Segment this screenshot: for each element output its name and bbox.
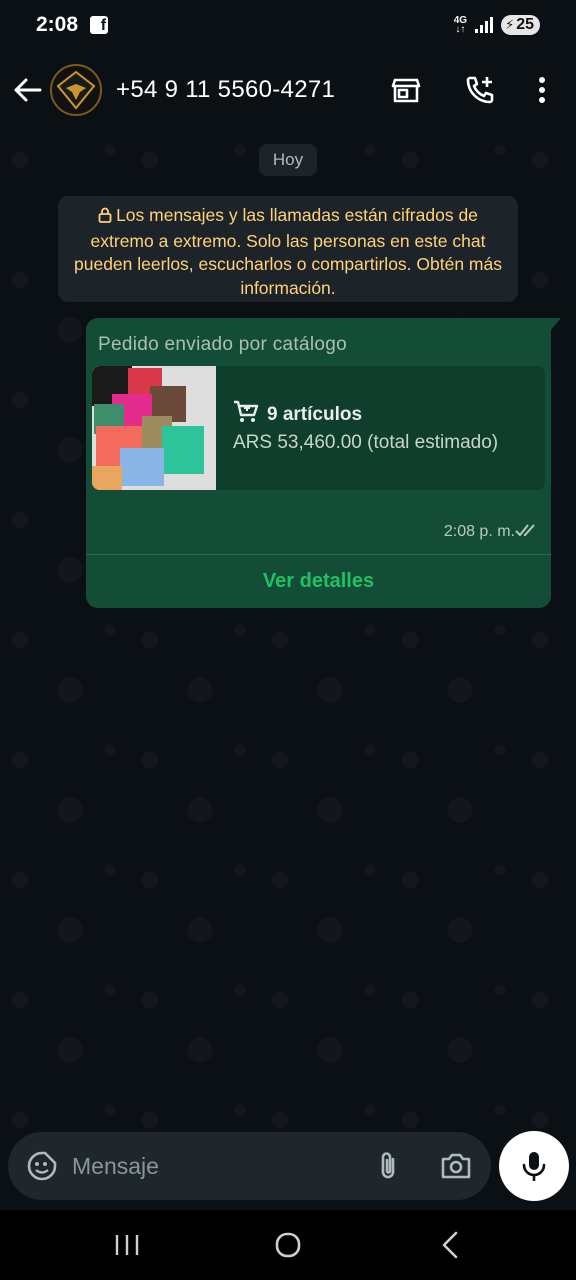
- status-icons: 4G ↓↑ ⚡ 25: [454, 15, 540, 35]
- encryption-text: Los mensajes y las llamadas están cifrad…: [74, 205, 502, 298]
- order-total: ARS 53,460.00 (total estimado): [233, 432, 499, 453]
- double-check-icon: [515, 522, 541, 543]
- lock-icon: [98, 206, 112, 230]
- avatar[interactable]: [50, 64, 102, 116]
- store-icon[interactable]: [386, 70, 426, 110]
- contact-name[interactable]: +54 9 11 5560-4271: [116, 76, 335, 104]
- order-card[interactable]: 9 artículos ARS 53,460.00 (total estimad…: [92, 366, 545, 490]
- message-input[interactable]: [72, 1152, 342, 1180]
- mic-button[interactable]: [499, 1131, 569, 1201]
- battery-indicator: ⚡ 25: [501, 15, 540, 35]
- product-thumbnail[interactable]: [92, 366, 216, 490]
- nav-back-icon[interactable]: [430, 1228, 470, 1262]
- battery-level: 25: [516, 16, 534, 33]
- message-time: 2:08 p. m.: [443, 523, 515, 540]
- mic-icon: [522, 1152, 546, 1181]
- attach-icon[interactable]: [368, 1146, 408, 1186]
- date-chip: Hoy: [259, 144, 317, 176]
- add-call-icon[interactable]: [460, 70, 500, 110]
- view-details-button[interactable]: Ver detalles: [86, 555, 551, 608]
- back-arrow-icon[interactable]: [8, 70, 48, 110]
- charging-icon: ⚡: [505, 17, 515, 32]
- bubble-tail: [549, 318, 561, 332]
- item-count-row: 9 artículos: [233, 400, 362, 429]
- facebook-notification-icon: f: [90, 16, 109, 34]
- cart-icon: [233, 400, 259, 429]
- encryption-notice[interactable]: Los mensajes y las llamadas están cifrad…: [58, 196, 518, 302]
- home-icon[interactable]: [268, 1228, 308, 1262]
- order-title: Pedido enviado por catálogo: [98, 334, 347, 355]
- status-bar: 2:08 f 4G ↓↑ ⚡ 25: [0, 0, 576, 50]
- recents-icon[interactable]: [107, 1228, 147, 1262]
- camera-icon[interactable]: [436, 1146, 476, 1186]
- system-nav-bar: [0, 1210, 576, 1280]
- sticker-icon[interactable]: [22, 1146, 62, 1186]
- chat-area[interactable]: Hoy Los mensajes y las llamadas están ci…: [0, 130, 576, 1130]
- more-vert-icon[interactable]: [522, 70, 562, 110]
- item-count: 9 artículos: [267, 403, 363, 425]
- catalog-order-message[interactable]: Pedido enviado por catálogo 9 artículos …: [86, 318, 561, 608]
- status-time: 2:08: [36, 13, 79, 36]
- avatar-logo: [56, 70, 96, 110]
- message-composer: [8, 1132, 491, 1200]
- signal-icon: [475, 17, 494, 33]
- chat-header: +54 9 11 5560-4271: [0, 50, 576, 130]
- network-type: 4G ↓↑: [453, 15, 468, 35]
